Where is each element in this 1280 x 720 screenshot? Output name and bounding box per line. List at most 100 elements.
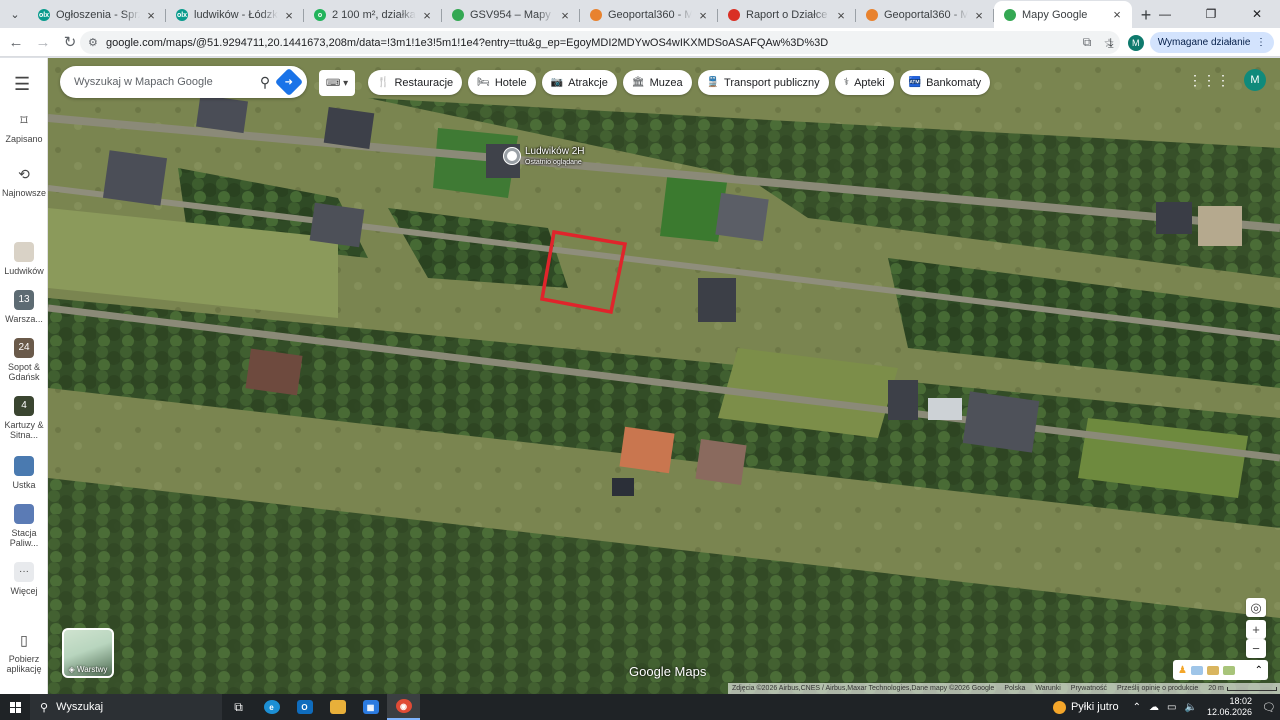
tab-4[interactable]: Geoportal360 - Mapa Interaktywna × <box>580 2 718 28</box>
rail-item-2[interactable]: Ludwików <box>0 242 48 276</box>
satellite-map[interactable]: Wyszukaj w Mapach Google ⚲ ➜ ⌨ ▾ 🍴 Restau… <box>48 58 1280 694</box>
onedrive-icon[interactable]: ☁ <box>1149 702 1159 713</box>
clock[interactable]: 18:02 12.06.2026 <box>1207 696 1252 718</box>
my-location-icon[interactable]: ◎ <box>1246 598 1266 617</box>
recent-place-pin-icon[interactable] <box>504 148 520 164</box>
task-view-icon[interactable]: ⧉ <box>222 694 255 720</box>
maximize-icon[interactable]: ❐ <box>1188 0 1234 28</box>
rail-label: Stacja Paliw... <box>9 528 39 548</box>
outlook-icon[interactable]: O <box>288 694 321 720</box>
close-tab-icon[interactable]: × <box>972 8 986 23</box>
tab-search-button[interactable]: ⌄ <box>2 1 28 27</box>
site-info-icon[interactable]: ⚙ <box>88 36 106 49</box>
pin-label[interactable]: Ludwików 2H Ostatnio oglądane <box>525 146 584 168</box>
account-avatar[interactable]: M <box>1244 69 1266 91</box>
pegman-icon[interactable]: ♟ <box>1178 665 1187 676</box>
maps-pin-icon <box>452 9 464 21</box>
tab-6[interactable]: Geoportal360 - Mapa Interaktywna × <box>856 2 994 28</box>
rail-item-9[interactable]: ▯ Pobierz aplikację <box>0 630 48 674</box>
layers-text: Warstwy <box>77 665 108 674</box>
address-bar[interactable]: ⚙ google.com/maps/@51.9294711,20.1441673… <box>80 31 1120 54</box>
notifications-icon[interactable]: 🗨 <box>1262 701 1280 714</box>
tab-5[interactable]: Raport o Działce | Działki360 × <box>718 2 856 28</box>
zoom-out-button[interactable]: − <box>1246 639 1266 658</box>
maps-search-box[interactable]: Wyszukaj w Mapach Google ⚲ ➜ <box>60 66 307 98</box>
rail-label: Ustka <box>12 480 36 490</box>
downloads-icon[interactable]: ⤓ <box>1100 35 1122 51</box>
imagery-thumb-2[interactable] <box>1206 665 1219 675</box>
imagery-thumb-3[interactable] <box>1222 665 1235 675</box>
rail-item-1[interactable]: ⟲ Najnowsze <box>0 164 48 198</box>
directions-icon[interactable]: ➜ <box>274 67 304 97</box>
close-tab-icon[interactable]: × <box>282 8 296 23</box>
rail-item-3[interactable]: 13 Warsza... <box>0 290 48 324</box>
rail-item-6[interactable]: Ustka <box>0 456 48 490</box>
action-required-button[interactable]: Wymagane działanie ⋮ <box>1149 32 1274 53</box>
pin-title: Ludwików 2H <box>525 146 585 157</box>
transit-icon: 🚆 <box>706 77 720 88</box>
sun-icon <box>1052 700 1066 714</box>
tab-7[interactable]: Mapy Google × <box>994 1 1132 28</box>
chip-1[interactable]: 🛏 Hotele <box>468 70 536 95</box>
link-feedback[interactable]: Prześlij opinię o produkcie <box>1117 685 1198 692</box>
rail-item-7[interactable]: Stacja Paliw... <box>0 504 48 548</box>
chip-3[interactable]: 🏛 Muzea <box>622 70 692 95</box>
forward-icon[interactable]: → <box>31 30 55 54</box>
close-window-icon[interactable]: ✕ <box>1234 0 1280 28</box>
layers-label: ◈ Warstwy <box>68 665 108 674</box>
scale-line <box>1226 686 1277 691</box>
taskbar-search[interactable]: ⚲ Wyszukaj <box>30 694 222 720</box>
link-privacy[interactable]: Prywatność <box>1071 685 1107 692</box>
close-tab-icon[interactable]: × <box>1110 7 1124 22</box>
chevron-up-icon[interactable]: ⌃ <box>1133 702 1141 713</box>
rail-item-5[interactable]: 4 Kartuzy & Sitna... <box>0 396 48 440</box>
url-text[interactable]: google.com/maps/@51.9294711,20.1441673,2… <box>106 37 1076 49</box>
scale-bar[interactable]: 20 m <box>1208 685 1277 692</box>
back-icon[interactable]: ← <box>4 30 28 54</box>
tab-0[interactable]: olx Ogłoszenia - Sprzedam, kupię × <box>28 2 166 28</box>
input-tools-button[interactable]: ⌨ ▾ <box>319 70 355 96</box>
edge-icon[interactable]: e <box>255 694 288 720</box>
action-required-label: Wymagane działanie <box>1157 37 1251 48</box>
chip-6[interactable]: 🏧 Bankomaty <box>899 70 991 95</box>
imagery-thumb-1[interactable] <box>1190 665 1203 675</box>
chip-2[interactable]: 📷 Atrakcje <box>541 70 617 95</box>
rail-item-8[interactable]: ··· Więcej <box>0 562 48 596</box>
tab-1[interactable]: olx ludwików - Łódzkie - sprzedaż × <box>166 2 304 28</box>
store-icon[interactable]: ▦ <box>354 694 387 720</box>
weather-widget[interactable]: Pyłki jutro <box>1052 700 1119 714</box>
rail-label: Zapisano <box>5 134 43 144</box>
network-icon[interactable]: ▭ <box>1167 702 1176 713</box>
chip-4[interactable]: 🚆 Transport publiczny <box>697 70 829 95</box>
install-app-icon[interactable]: ⧉ <box>1076 35 1098 50</box>
volume-icon[interactable]: 🔈 <box>1185 702 1197 713</box>
chrome-icon[interactable]: ◉ <box>387 694 420 720</box>
tab-2[interactable]: o 2 100 m², działka na sprzedaż × <box>304 2 442 28</box>
chip-5[interactable]: ⚕ Apteki <box>834 70 894 95</box>
close-tab-icon[interactable]: × <box>558 8 572 23</box>
hotel-icon: 🛏 <box>477 77 490 88</box>
close-tab-icon[interactable]: × <box>144 8 158 23</box>
rail-item-4[interactable]: 24 Sopot & Gdańsk <box>0 338 48 382</box>
rail-item-0[interactable]: ⌑ Zapisano <box>0 110 48 144</box>
menu-icon[interactable]: ☰ <box>14 74 30 95</box>
start-button[interactable] <box>0 701 30 713</box>
close-tab-icon[interactable]: × <box>420 8 434 23</box>
reload-icon[interactable]: ↻ <box>58 30 82 54</box>
layers-button[interactable]: ◈ Warstwy <box>62 628 114 678</box>
close-tab-icon[interactable]: × <box>834 8 848 23</box>
minimize-icon[interactable]: — <box>1142 0 1188 28</box>
expand-icon[interactable]: ⌃ <box>1255 665 1263 676</box>
zoom-in-button[interactable]: + <box>1246 620 1266 639</box>
close-tab-icon[interactable]: × <box>696 8 710 23</box>
link-terms[interactable]: Warunki <box>1035 685 1060 692</box>
google-apps-icon[interactable]: ⋮⋮⋮ <box>1188 72 1230 89</box>
chip-0[interactable]: 🍴 Restauracje <box>368 70 463 95</box>
street-view-controls[interactable]: ♟ ⌃ <box>1173 660 1268 680</box>
file-explorer-icon[interactable] <box>321 694 354 720</box>
chip-label: Transport publiczny <box>724 76 820 89</box>
link-country[interactable]: Polska <box>1004 685 1025 692</box>
search-input[interactable]: Wyszukaj w Mapach Google <box>74 76 251 88</box>
profile-avatar[interactable]: M <box>1127 34 1144 51</box>
tab-3[interactable]: GSV954 – Mapy Google × <box>442 2 580 28</box>
